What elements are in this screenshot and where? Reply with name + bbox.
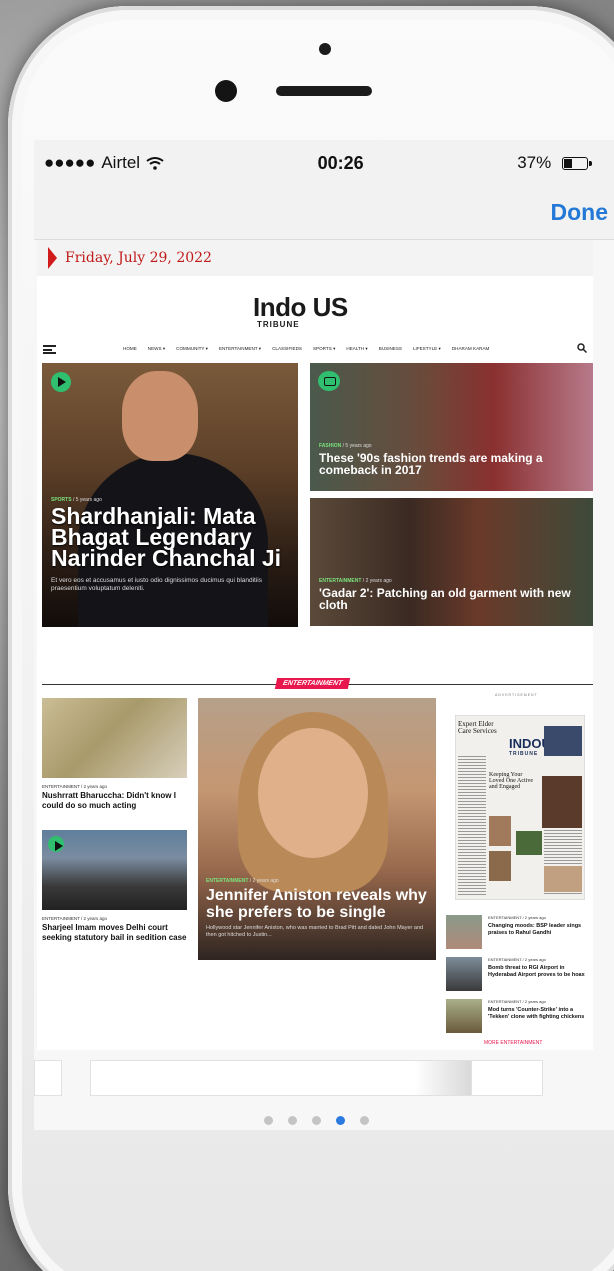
- section-label[interactable]: ENTERTAINMENT: [274, 678, 351, 689]
- list-title[interactable]: Changing moods: BSP leader sings praises…: [488, 923, 592, 937]
- nav-item[interactable]: HOME: [123, 346, 137, 352]
- status-bar: ●●●●● Airtel 00:26 37%: [34, 140, 614, 186]
- page-dot[interactable]: [360, 1116, 369, 1125]
- page-dot[interactable]: [288, 1116, 297, 1125]
- main-story-title[interactable]: Jennifer Aniston reveals why she prefers…: [206, 887, 428, 921]
- featured-story[interactable]: SPORTS / 5 years ago Shardhanjali: Mata …: [42, 363, 298, 627]
- signal-icon: ●●●●●: [44, 153, 96, 172]
- ad-label: ADVERTISEMENT: [495, 693, 538, 697]
- site-nav: HOME NEWS ▾ COMMUNITY ▾ ENTERTAINMENT ▾ CLAS…: [37, 340, 593, 360]
- nav-item[interactable]: ENTERTAINMENT ▾: [219, 346, 261, 352]
- featured-excerpt: Et vero eos et accusamus et iusto odio d…: [51, 577, 262, 592]
- search-icon[interactable]: [577, 343, 587, 353]
- carrier-name: Airtel: [101, 153, 141, 172]
- story-image: [42, 830, 187, 910]
- page-indicator[interactable]: [264, 1116, 369, 1125]
- advertisement[interactable]: Expert Elder Care Services INDOUS TRIBUNE…: [455, 715, 585, 900]
- list-thumbnail: [446, 915, 482, 949]
- nav-item[interactable]: NEWS ▾: [148, 346, 165, 352]
- nav-item[interactable]: HEALTH ▾: [346, 346, 367, 352]
- earpiece-speaker: [276, 86, 372, 96]
- main-story-excerpt: Hollywood star Jennifer Aniston, who was…: [206, 925, 424, 938]
- clock: 00:26: [317, 152, 364, 173]
- date-bar: Friday, July 29, 2022: [37, 240, 593, 276]
- nav-item[interactable]: SPORTS ▾: [313, 346, 335, 352]
- proximity-sensor: [319, 43, 331, 55]
- gadar-story-title[interactable]: 'Gadar 2': Patching an old garment with …: [319, 587, 579, 611]
- page-dot[interactable]: [264, 1116, 273, 1125]
- gadar-story[interactable]: ENTERTAINMENT / 2 years ago 'Gadar 2': P…: [310, 498, 593, 626]
- fashion-story[interactable]: FASHION / 5 years ago These '90s fashion…: [310, 363, 593, 491]
- nav-item[interactable]: BUSINESS: [379, 346, 402, 352]
- viewer-toolbar: Done: [34, 186, 614, 240]
- play-icon[interactable]: [48, 836, 64, 852]
- nav-item[interactable]: COMMUNITY ▾: [176, 346, 208, 352]
- nav-item[interactable]: LIFESTYLE ▾: [413, 346, 441, 352]
- next-page-card[interactable]: [90, 1060, 472, 1096]
- featured-title[interactable]: Shardhanjali: Mata Bhagat Legendary Nari…: [51, 505, 291, 570]
- small-story[interactable]: ENTERTAINMENT / 2 years ago Sharjeel Ima…: [42, 830, 188, 943]
- front-camera: [215, 80, 237, 102]
- battery-percent: 37%: [517, 153, 552, 172]
- main-entertainment-story[interactable]: ENTERTAINMENT / 2 years ago Jennifer Ani…: [198, 698, 436, 960]
- date-arrow-icon: [48, 247, 57, 269]
- site-logo[interactable]: Indo US TRIBUNE: [253, 292, 348, 329]
- done-button[interactable]: Done: [551, 199, 609, 226]
- webpage-preview[interactable]: Friday, July 29, 2022 Indo US TRIBUNE HO…: [37, 240, 593, 1050]
- story-image: [42, 698, 187, 778]
- page-dot[interactable]: [312, 1116, 321, 1125]
- menu-icon[interactable]: [43, 345, 56, 354]
- battery-icon: [561, 157, 592, 171]
- list-title[interactable]: Bomb threat to RGI Airport in Hyderabad …: [488, 965, 592, 979]
- play-icon[interactable]: [51, 372, 71, 392]
- nav-item[interactable]: DHARAM KARAM: [452, 346, 490, 352]
- phone-screen: ●●●●● Airtel 00:26 37% Done Friday, July…: [34, 140, 614, 1130]
- small-story-title[interactable]: Sharjeel Imam moves Delhi court seeking …: [42, 923, 188, 943]
- list-thumbnail: [446, 999, 482, 1033]
- battery-indicator: 37%: [517, 153, 592, 173]
- camera-icon[interactable]: [318, 371, 340, 391]
- fashion-story-title[interactable]: These '90s fashion trends are making a c…: [319, 452, 579, 476]
- list-title[interactable]: Mod turns 'Counter-Strike' into a 'Tekke…: [488, 1007, 592, 1021]
- current-date: Friday, July 29, 2022: [65, 250, 212, 266]
- nav-item[interactable]: CLASSIFIEDS: [272, 346, 302, 352]
- wifi-icon: [146, 157, 164, 170]
- small-story[interactable]: ENTERTAINMENT / 2 years ago Nushrratt Bh…: [42, 698, 188, 811]
- more-entertainment-link[interactable]: MORE ENTERTAINMENT: [484, 1040, 542, 1046]
- page-dot-active[interactable]: [336, 1116, 345, 1125]
- next-page-cards: [34, 1060, 614, 1096]
- small-story-title[interactable]: Nushrratt Bharuccha: Didn't know I could…: [42, 791, 188, 811]
- list-thumbnail: [446, 957, 482, 991]
- background: ●●●●● Airtel 00:26 37% Done Friday, July…: [0, 0, 614, 1271]
- logo-subtitle: TRIBUNE: [257, 320, 300, 329]
